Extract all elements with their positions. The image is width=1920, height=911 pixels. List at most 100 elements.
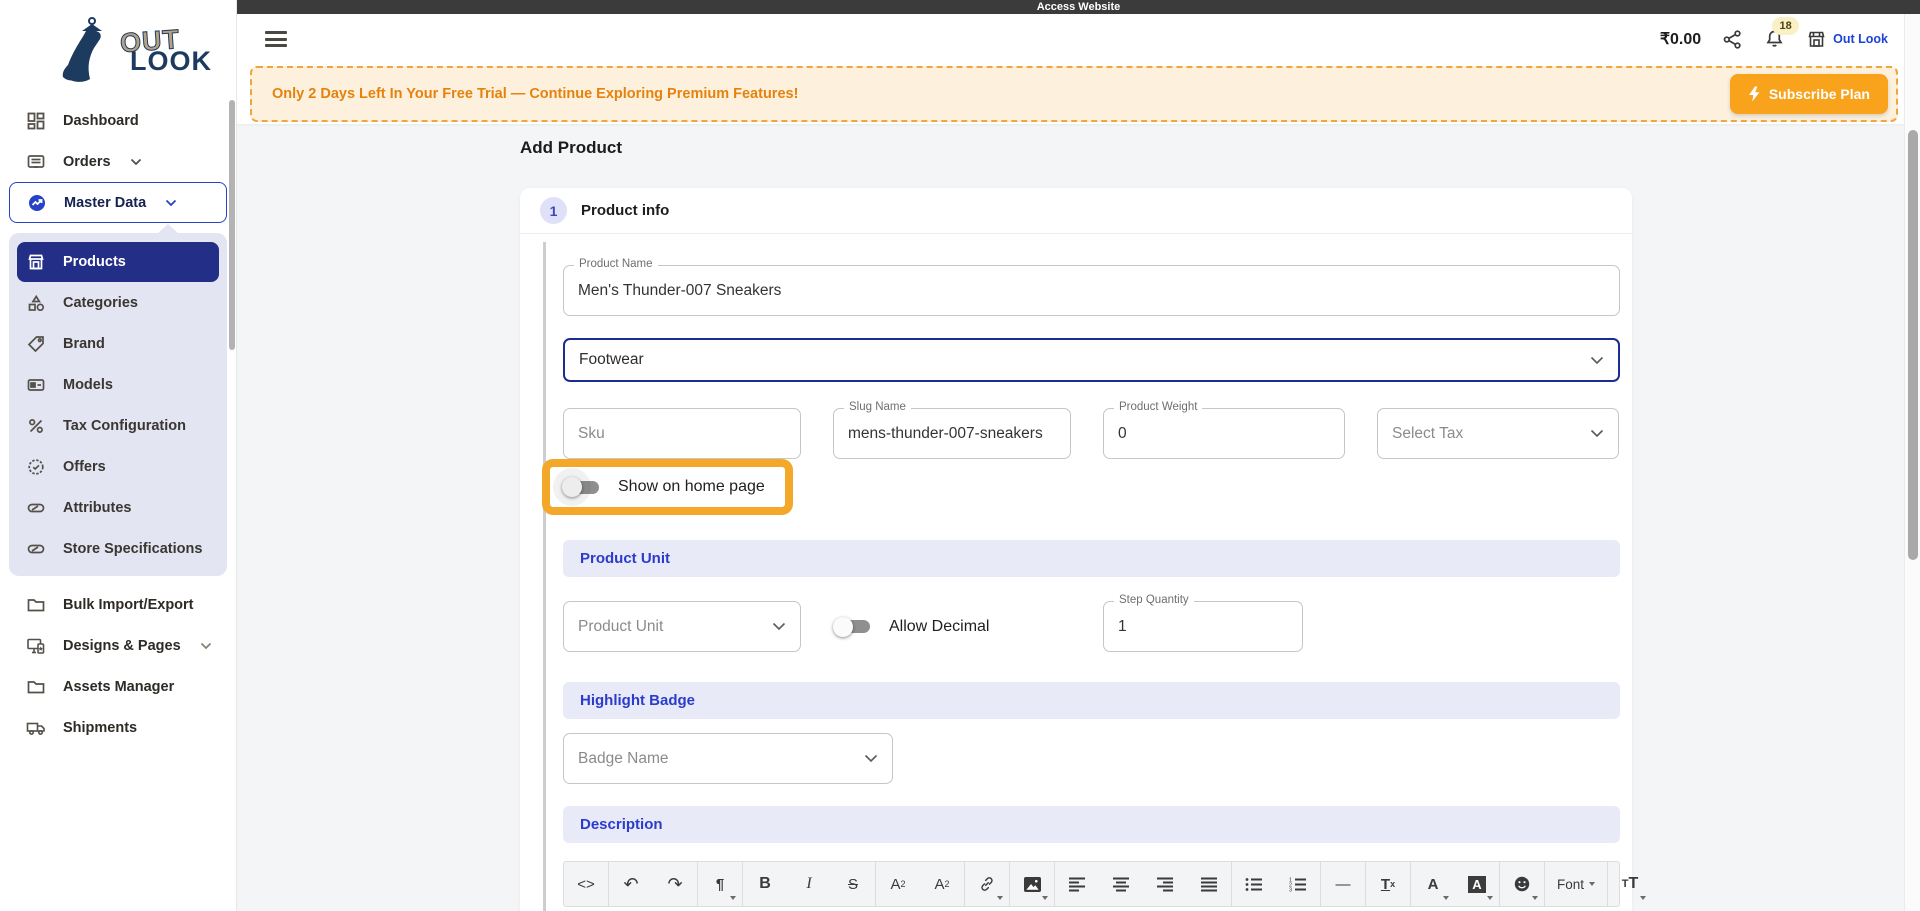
editor-unordered-list-button[interactable] — [1232, 862, 1276, 906]
sidebar-item-models[interactable]: Models — [9, 365, 227, 405]
sidebar-item-store-specifications[interactable]: Store Specifications — [9, 529, 227, 569]
page-scrollbar-thumb[interactable] — [1908, 130, 1918, 560]
share-icon[interactable] — [1722, 29, 1743, 50]
badge-name-select[interactable]: Badge Name — [563, 733, 893, 784]
sidebar-item-orders[interactable]: Orders — [0, 141, 236, 182]
product-weight-label: Product Weight — [1114, 401, 1202, 413]
editor-italic-button[interactable]: I — [787, 862, 831, 906]
page-scrollbar[interactable] — [1904, 14, 1920, 911]
step-quantity-input[interactable] — [1118, 618, 1288, 636]
product-unit-select[interactable]: Product Unit — [563, 601, 801, 652]
editor-bold-button[interactable]: B — [743, 862, 787, 906]
svg-text:3: 3 — [1289, 887, 1292, 892]
editor-highlight-color-button[interactable]: A — [1455, 862, 1499, 906]
sidebar-item-dashboard[interactable]: Dashboard — [0, 100, 236, 141]
store-specifications-icon — [26, 539, 46, 559]
editor-strikethrough-button[interactable]: S — [831, 862, 875, 906]
show-on-home-page-highlight: Show on home page — [542, 459, 793, 515]
subscribe-plan-button[interactable]: Subscribe Plan — [1730, 74, 1888, 114]
editor-align-center-button[interactable] — [1099, 862, 1143, 906]
sidebar-item-tax-configuration[interactable]: Tax Configuration — [9, 406, 227, 446]
sidebar-item-bulk-import-export[interactable]: Bulk Import/Export — [0, 584, 236, 625]
storefront-icon — [1806, 29, 1827, 50]
allow-decimal-label: Allow Decimal — [889, 618, 989, 636]
page-title: Add Product — [520, 138, 1904, 158]
access-website-bar[interactable]: Access Website — [237, 0, 1920, 14]
sidebar-item-attributes[interactable]: Attributes — [9, 488, 227, 528]
chevron-down-icon — [130, 158, 142, 166]
attributes-icon — [26, 498, 46, 518]
align-center-icon — [1112, 877, 1130, 892]
editor-superscript-button[interactable]: A2 — [876, 862, 920, 906]
link-icon — [978, 875, 996, 893]
caret-down-icon — [1589, 882, 1595, 886]
editor-undo-button[interactable]: ↶ — [609, 862, 653, 906]
product-name-label: Product Name — [574, 258, 658, 270]
align-left-icon — [1068, 877, 1086, 892]
section-header-highlight-badge: Highlight Badge — [563, 682, 1620, 719]
chevron-down-icon — [165, 199, 177, 207]
show-on-home-page-toggle[interactable] — [562, 477, 602, 497]
notification-count-badge: 18 — [1772, 17, 1799, 35]
sidebar: OUT LOOK Dashboard Orders Master D — [0, 0, 237, 911]
main-area: ₹0.00 18 Out Look — [237, 14, 1904, 911]
emoji-icon — [1513, 875, 1531, 893]
editor-redo-button[interactable]: ↷ — [653, 862, 697, 906]
slug-name-field: Slug Name — [833, 408, 1071, 459]
step-quantity-field: Step Quantity — [1103, 601, 1303, 652]
editor-emoji-button[interactable] — [1500, 862, 1544, 906]
designs-pages-icon — [26, 636, 46, 656]
caret-down-icon — [1532, 896, 1538, 900]
editor-horizontal-rule-button[interactable]: — — [1321, 862, 1365, 906]
editor-code-view-button[interactable]: <> — [564, 862, 608, 906]
sidebar-item-brand[interactable]: Brand — [9, 324, 227, 364]
topbar: ₹0.00 18 Out Look — [237, 14, 1904, 124]
brand-logo[interactable]: OUT LOOK — [0, 0, 236, 100]
product-weight-input[interactable] — [1118, 425, 1330, 443]
store-link[interactable]: Out Look — [1806, 29, 1888, 50]
product-name-input[interactable] — [578, 282, 1605, 300]
sidebar-item-assets-manager[interactable]: Assets Manager — [0, 666, 236, 707]
product-name-field: Product Name — [563, 265, 1620, 316]
sidebar-item-designs-pages[interactable]: Designs & Pages — [0, 625, 236, 666]
chevron-down-icon — [772, 622, 786, 631]
models-icon — [26, 375, 46, 395]
caret-down-icon — [730, 896, 736, 900]
menu-toggle-button[interactable] — [265, 31, 287, 47]
editor-font-family-button[interactable]: Font — [1545, 862, 1607, 906]
editor-subscript-button[interactable]: A2 — [920, 862, 964, 906]
section-header-description: Description — [563, 806, 1620, 843]
sidebar-scrollbar[interactable] — [229, 100, 235, 350]
editor-align-left-button[interactable] — [1055, 862, 1099, 906]
editor-font-size-button[interactable]: TT — [1608, 862, 1652, 906]
caret-down-icon — [1443, 896, 1449, 900]
slug-name-input[interactable] — [848, 425, 1056, 443]
sidebar-item-categories[interactable]: Categories — [9, 283, 227, 323]
sidebar-item-master-data[interactable]: Master Data — [9, 182, 227, 223]
caret-down-icon — [1640, 896, 1646, 900]
sidebar-item-products[interactable]: Products — [17, 242, 219, 282]
editor-link-button[interactable] — [965, 862, 1009, 906]
step-quantity-label: Step Quantity — [1114, 594, 1194, 606]
offers-badge-icon — [26, 457, 46, 477]
folder-icon — [26, 677, 46, 697]
sidebar-item-shipments[interactable]: Shipments — [0, 707, 236, 748]
editor-align-justify-button[interactable] — [1187, 862, 1231, 906]
editor-ordered-list-button[interactable]: 123 — [1276, 862, 1320, 906]
editor-align-right-button[interactable] — [1143, 862, 1187, 906]
editor-paragraph-style-button[interactable]: ¶ — [698, 862, 742, 906]
percent-icon — [26, 416, 46, 436]
master-data-icon — [27, 193, 47, 213]
category-select[interactable]: Footwear — [563, 338, 1620, 382]
step-header: 1 Product info — [520, 188, 1632, 234]
sidebar-item-offers[interactable]: Offers — [9, 447, 227, 487]
editor-clear-formatting-button[interactable]: Tx — [1366, 862, 1410, 906]
sku-input[interactable] — [578, 425, 786, 443]
notifications-button[interactable]: 18 — [1764, 29, 1785, 50]
allow-decimal-toggle[interactable] — [833, 617, 873, 637]
tax-select[interactable]: Select Tax — [1377, 408, 1619, 459]
chevron-down-icon — [200, 642, 212, 650]
editor-font-color-button[interactable]: A — [1411, 862, 1455, 906]
caret-down-icon — [1042, 896, 1048, 900]
editor-image-button[interactable] — [1010, 862, 1054, 906]
